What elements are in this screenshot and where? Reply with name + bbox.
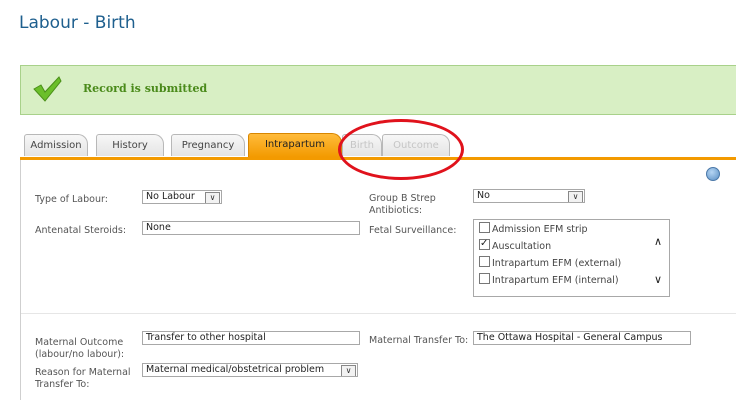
fetal-option-intrapartum-external[interactable]: Intrapartum EFM (external) — [479, 256, 621, 269]
highlight-annotation — [338, 119, 464, 180]
check-icon: ✓ — [480, 238, 489, 249]
page-title: Labour - Birth — [19, 13, 136, 33]
checkbox[interactable] — [479, 222, 490, 233]
fetal-option-intrapartum-internal[interactable]: Intrapartum EFM (internal) — [479, 273, 619, 286]
fetal-surveillance-list[interactable]: Admission EFM strip ✓ Auscultation Intrap… — [473, 219, 670, 297]
tab-pregnancy[interactable]: Pregnancy — [171, 134, 245, 156]
checkbox[interactable] — [479, 273, 490, 284]
fetal-option-auscultation[interactable]: ✓ Auscultation — [479, 238, 551, 252]
help-icon[interactable] — [706, 167, 720, 181]
tab-history[interactable]: History — [96, 134, 164, 156]
checkbox-checked[interactable]: ✓ — [479, 238, 490, 250]
success-banner: Record is submitted — [20, 65, 736, 115]
group-b-strep-select[interactable]: No ∨ — [473, 189, 585, 203]
banner-message: Record is submitted — [83, 82, 208, 95]
scroll-down-icon[interactable]: ∨ — [651, 274, 665, 286]
tab-admission[interactable]: Admission — [24, 134, 88, 156]
chevron-down-icon[interactable]: ∨ — [568, 191, 583, 202]
fetal-option-admission-efm[interactable]: Admission EFM strip — [479, 222, 588, 235]
reason-for-transfer-label: Reason for Maternal Transfer To: — [35, 367, 131, 390]
section-divider — [21, 313, 736, 314]
antenatal-steroids-input[interactable]: None — [142, 221, 360, 235]
tab-intrapartum[interactable]: Intrapartum — [248, 133, 342, 157]
chevron-down-icon[interactable]: ∨ — [341, 365, 356, 376]
group-b-strep-value: No — [477, 190, 490, 201]
scroll-up-icon[interactable]: ∧ — [651, 236, 665, 248]
fetal-surveillance-label: Fetal Surveillance: — [369, 225, 457, 236]
maternal-transfer-to-input[interactable]: The Ottawa Hospital - General Campus — [473, 331, 691, 345]
type-of-labour-label: Type of Labour: — [35, 194, 108, 205]
antenatal-steroids-label: Antenatal Steroids: — [35, 225, 127, 236]
reason-for-transfer-select[interactable]: Maternal medical/obstetrical problem ∨ — [142, 363, 358, 377]
maternal-transfer-to-label: Maternal Transfer To: — [369, 335, 469, 346]
maternal-outcome-input[interactable]: Transfer to other hospital — [142, 331, 360, 345]
type-of-labour-value: No Labour — [146, 191, 195, 202]
maternal-outcome-label: Maternal Outcome (labour/no labour): — [35, 337, 125, 360]
type-of-labour-select[interactable]: No Labour ∨ — [142, 190, 222, 204]
chevron-down-icon[interactable]: ∨ — [205, 192, 220, 203]
checkmark-icon — [33, 76, 62, 102]
group-b-strep-label: Group B Strep Antibiotics: — [369, 193, 436, 216]
reason-for-transfer-value: Maternal medical/obstetrical problem — [146, 364, 325, 375]
checkbox[interactable] — [479, 256, 490, 267]
